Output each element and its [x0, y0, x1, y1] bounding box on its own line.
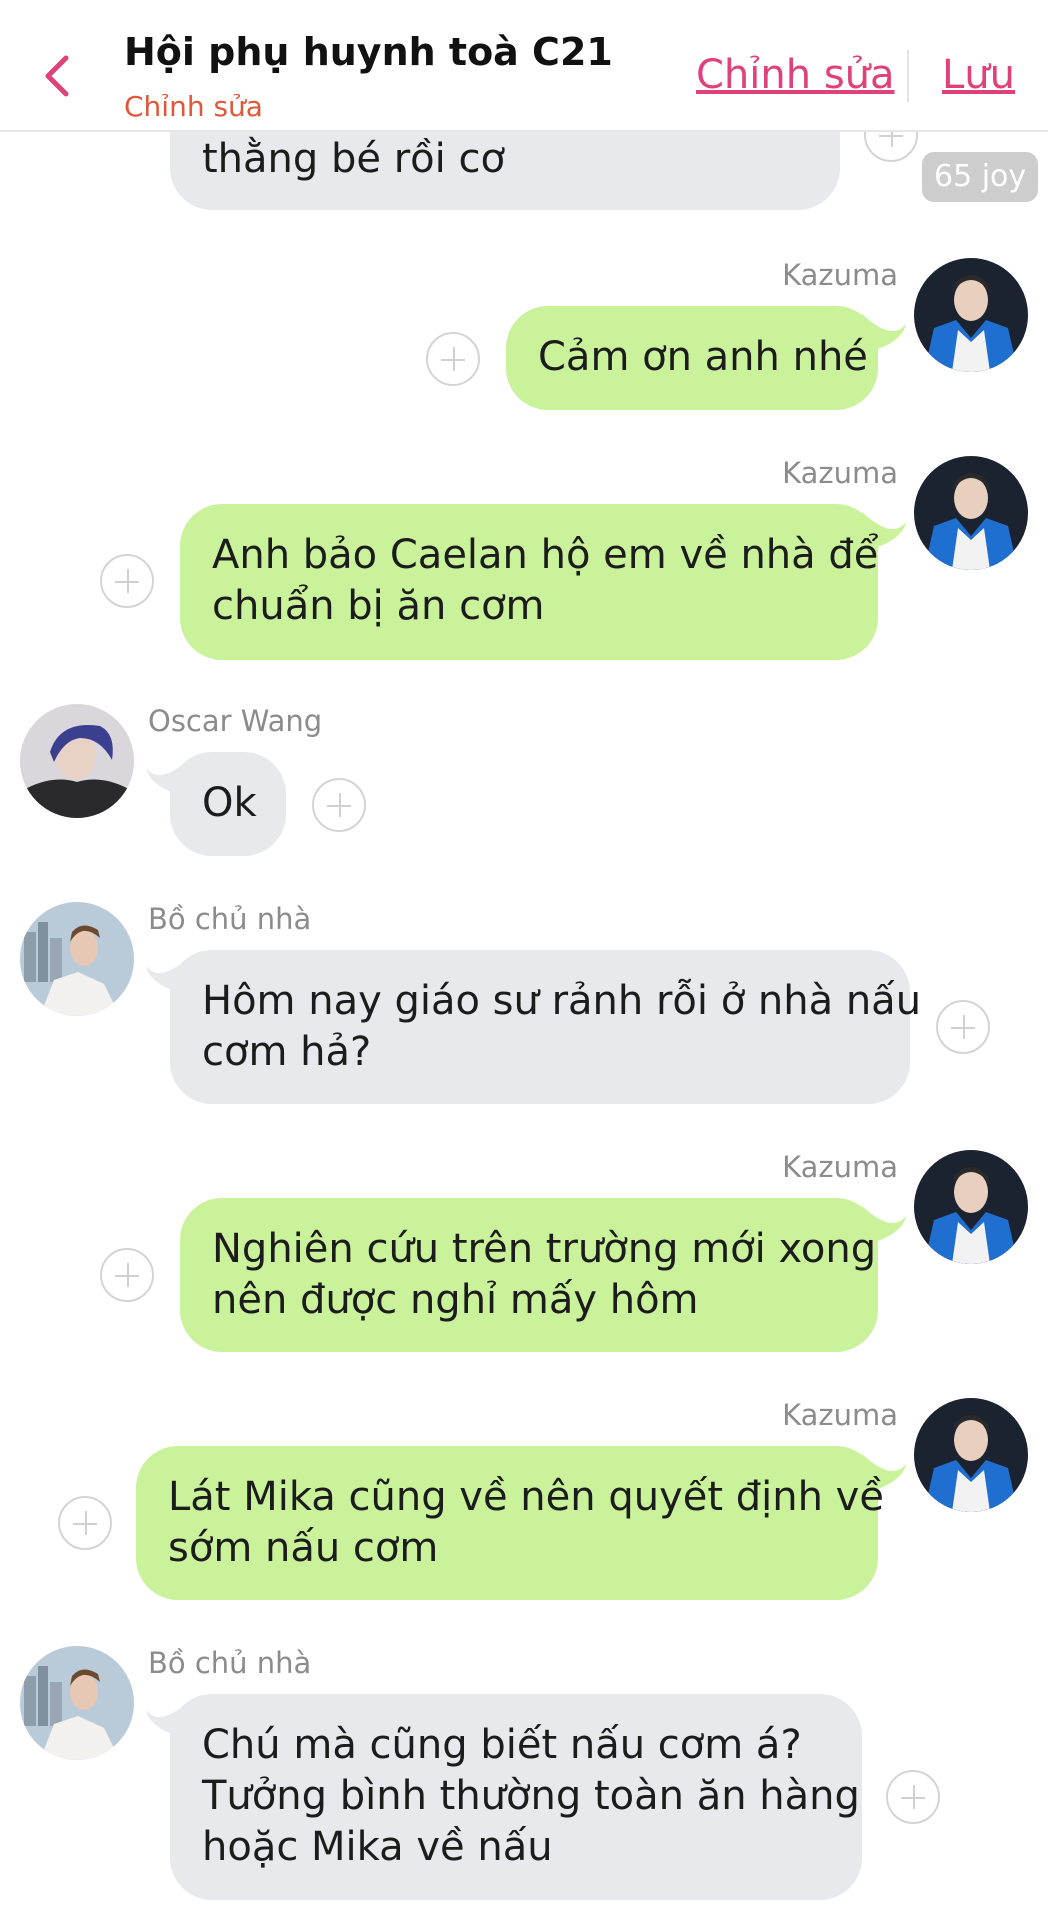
- message-text: Nghiên cứu trên trường mới xong: [212, 1226, 877, 1272]
- avatar[interactable]: [914, 1398, 1028, 1512]
- header-divider: [907, 50, 909, 102]
- sender-name: Kazuma: [782, 258, 898, 292]
- message-text: nên được nghỉ mấy hôm: [212, 1277, 699, 1323]
- message-bubble[interactable]: Ok: [170, 752, 286, 856]
- add-reaction-button[interactable]: [100, 1248, 154, 1302]
- message-text: chuẩn bị ăn cơm: [212, 583, 545, 629]
- message-bubble[interactable]: Lát Mika cũng về nên quyết định về sớm n…: [136, 1446, 884, 1600]
- avatar-kazuma-image: [914, 1150, 1028, 1264]
- add-reaction-button[interactable]: [100, 554, 154, 608]
- chevron-left-icon: [45, 55, 69, 97]
- message-bubble[interactable]: Anh bảo Caelan hộ em về nhà để chuẩn bị …: [180, 504, 878, 660]
- back-button[interactable]: [36, 48, 80, 104]
- reaction-badge[interactable]: 65 joy: [922, 152, 1039, 202]
- message-text: sớm nấu cơm: [168, 1525, 439, 1571]
- add-reaction-button[interactable]: [426, 332, 480, 386]
- chat-header: Hội phụ huynh toà C21 Chỉnh sửa Chỉnh sử…: [0, 0, 1048, 132]
- message-bubble[interactable]: Cảm ơn anh nhé: [506, 306, 878, 410]
- avatar-landlord-image: [20, 1646, 134, 1760]
- message-text: Lát Mika cũng về nên quyết định về: [168, 1474, 884, 1520]
- message-text: cơm hả?: [202, 1029, 372, 1075]
- sender-name: Bồ chủ nhà: [148, 1646, 312, 1680]
- avatar[interactable]: [914, 456, 1028, 570]
- message-bubble[interactable]: Hôm nay giáo sư rảnh rỗi ở nhà nấu cơm h…: [170, 950, 922, 1104]
- sender-name: Kazuma: [782, 1150, 898, 1184]
- avatar-landlord-image: [20, 902, 134, 1016]
- avatar-kazuma-image: [914, 258, 1028, 372]
- message-text: Anh bảo Caelan hộ em về nhà để: [212, 532, 879, 578]
- add-reaction-button[interactable]: [312, 778, 366, 832]
- sender-name: Kazuma: [782, 1398, 898, 1432]
- avatar[interactable]: [914, 258, 1028, 372]
- sender-name: Kazuma: [782, 456, 898, 490]
- avatar-kazuma-image: [914, 456, 1028, 570]
- message-text: Cảm ơn anh nhé: [538, 334, 868, 380]
- add-reaction-button[interactable]: [886, 1770, 940, 1824]
- sender-name: Bồ chủ nhà: [148, 902, 312, 936]
- avatar[interactable]: [20, 1646, 134, 1760]
- message-text: Chú mà cũng biết nấu cơm á?: [202, 1722, 802, 1768]
- avatar[interactable]: [20, 704, 134, 818]
- add-reaction-button[interactable]: [58, 1496, 112, 1550]
- message-text: hoặc Mika về nấu: [202, 1824, 553, 1870]
- message-bubble[interactable]: Chú mà cũng biết nấu cơm á? Tưởng bình t…: [170, 1694, 862, 1900]
- chat-area: thằng bé rồi cơ 65 joy Kazuma Cảm ơn anh…: [0, 0, 1048, 1920]
- sender-name: Oscar Wang: [148, 704, 323, 738]
- message-bubble[interactable]: Nghiên cứu trên trường mới xong nên được…: [180, 1198, 878, 1352]
- message-text: thằng bé rồi cơ: [202, 136, 505, 182]
- message-text: Ok: [202, 780, 257, 826]
- avatar[interactable]: [914, 1150, 1028, 1264]
- avatar-oscar-image: [20, 704, 134, 818]
- add-reaction-button[interactable]: [936, 1000, 990, 1054]
- message-text: Tưởng bình thường toàn ăn hàng: [202, 1773, 860, 1819]
- edit-button[interactable]: Chỉnh sửa: [696, 52, 895, 98]
- chat-subtitle[interactable]: Chỉnh sửa: [124, 90, 263, 123]
- chat-title: Hội phụ huynh toà C21: [124, 30, 613, 74]
- save-button[interactable]: Lưu: [942, 52, 1015, 98]
- avatar[interactable]: [20, 902, 134, 1016]
- avatar-kazuma-image: [914, 1398, 1028, 1512]
- message-text: Hôm nay giáo sư rảnh rỗi ở nhà nấu: [202, 978, 922, 1024]
